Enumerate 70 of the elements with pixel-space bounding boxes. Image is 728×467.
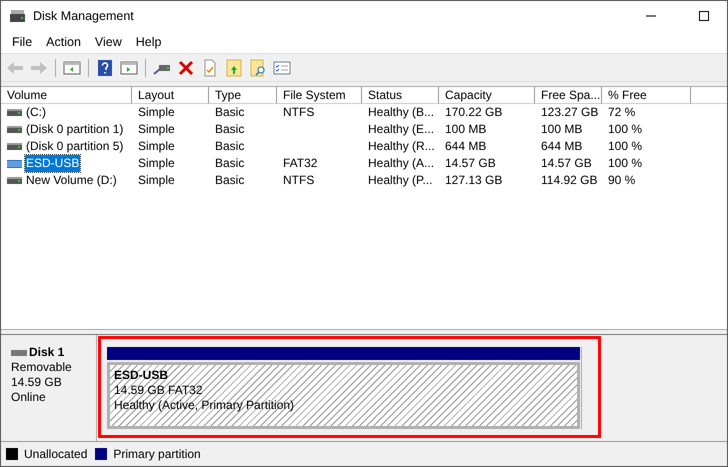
table-cell: Healthy (E... bbox=[368, 121, 434, 138]
disk-app-icon bbox=[9, 9, 26, 23]
table-cell: Basic bbox=[215, 155, 244, 172]
drive-label[interactable]: ESD-USB bbox=[25, 155, 80, 172]
legend-label: Primary partition bbox=[113, 447, 201, 461]
window-title: Disk Management bbox=[33, 9, 135, 23]
table-cell: Simple bbox=[138, 155, 175, 172]
disk-name: Disk 1 bbox=[29, 345, 64, 360]
table-cell: 114.92 GB bbox=[541, 172, 598, 189]
partition-size: 14.59 GB FAT32 bbox=[114, 383, 202, 398]
drive-label[interactable]: New Volume (D:) bbox=[25, 172, 118, 189]
table-cell: Basic bbox=[215, 104, 244, 121]
table-cell: Healthy (P... bbox=[368, 172, 432, 189]
table-cell: 14.57 GB bbox=[445, 155, 496, 172]
column-header[interactable]: % Free bbox=[602, 87, 691, 104]
partition-status: Healthy (Active, Primary Partition) bbox=[114, 398, 294, 413]
menu-item[interactable]: Action bbox=[39, 35, 88, 49]
disk-size: 14.59 GB bbox=[11, 375, 63, 390]
table-cell: Simple bbox=[138, 104, 175, 121]
help-icon[interactable] bbox=[96, 58, 114, 76]
disk-type: Removable bbox=[11, 360, 73, 375]
table-cell: Simple bbox=[138, 121, 175, 138]
table-cell: 72 % bbox=[608, 104, 636, 121]
menu-item[interactable]: Help bbox=[128, 35, 168, 49]
column-header[interactable]: Volume bbox=[1, 87, 132, 104]
partition-name: ESD-USB bbox=[114, 368, 168, 383]
table-cell: 123.27 GB bbox=[541, 104, 598, 121]
column-header[interactable]: File System bbox=[277, 87, 362, 104]
drive-label[interactable]: (Disk 0 partition 5) bbox=[25, 138, 124, 155]
column-header[interactable]: Type bbox=[209, 87, 277, 104]
table-cell: Simple bbox=[138, 138, 175, 155]
table-cell: Healthy (R... bbox=[368, 138, 435, 155]
maximize-icon[interactable] bbox=[699, 11, 709, 21]
panel-icon[interactable] bbox=[120, 58, 138, 76]
table-cell: 14.57 GB bbox=[541, 155, 592, 172]
table-cell: Basic bbox=[215, 138, 244, 155]
table-cell: Basic bbox=[215, 172, 244, 189]
column-header[interactable]: Capacity bbox=[439, 87, 535, 104]
table-cell: Healthy (B... bbox=[368, 104, 434, 121]
menu-item[interactable]: View bbox=[88, 35, 129, 49]
column-header[interactable]: Free Spa... bbox=[535, 87, 602, 104]
column-header[interactable]: Status bbox=[362, 87, 439, 104]
table-cell: FAT32 bbox=[283, 155, 318, 172]
table-cell: NTFS bbox=[283, 104, 314, 121]
table-cell: 100 MB bbox=[445, 121, 486, 138]
table-cell: 90 % bbox=[608, 172, 636, 189]
table-cell: 100 % bbox=[608, 121, 642, 138]
panel-icon[interactable] bbox=[63, 58, 81, 76]
table-cell: 100 MB bbox=[541, 121, 582, 138]
table-cell: 100 % bbox=[608, 155, 642, 172]
table-cell: 100 % bbox=[608, 138, 642, 155]
menu-item[interactable]: File bbox=[5, 35, 40, 49]
delete-icon[interactable] bbox=[177, 58, 195, 76]
folder-search-icon[interactable] bbox=[249, 58, 267, 76]
table-cell: NTFS bbox=[283, 172, 314, 189]
table-cell: 644 MB bbox=[541, 138, 582, 155]
table-cell: 170.22 GB bbox=[445, 104, 502, 121]
folder-up-icon[interactable] bbox=[225, 58, 243, 76]
checklist-icon[interactable] bbox=[273, 58, 291, 76]
column-header[interactable]: Layout bbox=[132, 87, 209, 104]
partition-block[interactable]: ESD-USB 14.59 GB FAT32 Healthy (Active, Primary Partition) bbox=[107, 362, 580, 429]
drive-label[interactable]: (C:) bbox=[25, 104, 47, 121]
table-cell: 644 MB bbox=[445, 138, 486, 155]
legend-label: Unallocated bbox=[24, 447, 88, 461]
table-cell: Simple bbox=[138, 172, 175, 189]
table-cell: Healthy (A... bbox=[368, 155, 434, 172]
disk-status: Online bbox=[11, 390, 47, 405]
drive-label[interactable]: (Disk 0 partition 1) bbox=[25, 121, 124, 138]
table-cell: Basic bbox=[215, 121, 244, 138]
table-cell: 127.13 GB bbox=[445, 172, 502, 189]
